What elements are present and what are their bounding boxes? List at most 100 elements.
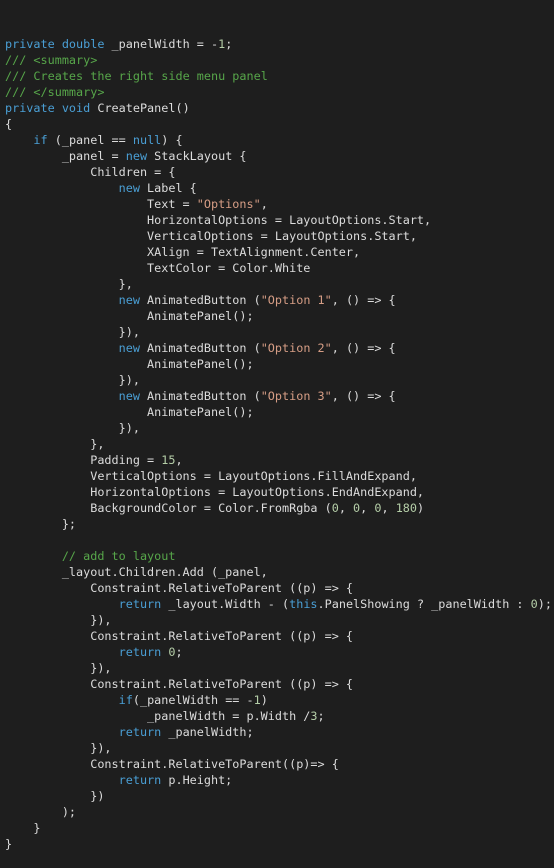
code-token-keyword: return — [118, 725, 162, 739]
code-line: }), — [0, 740, 554, 756]
code-token-default: _layout.Children.Add (_panel, — [5, 565, 268, 579]
code-editor-pane[interactable]: private double _panelWidth = -1;/// <sum… — [0, 0, 554, 851]
code-line: Constraint.RelativeToParent((p)=> { — [0, 756, 554, 772]
code-token-default: }), — [5, 613, 112, 627]
code-line: new AnimatedButton ("Option 2", () => { — [0, 340, 554, 356]
code-token-keyword: return — [118, 773, 162, 787]
code-line: }), — [0, 660, 554, 676]
code-line: Constraint.RelativeToParent ((p) => { — [0, 676, 554, 692]
code-token-default: }), — [5, 741, 112, 755]
code-token-default — [5, 693, 119, 707]
code-token-default — [5, 133, 33, 147]
code-line: HorizontalOptions = LayoutOptions.EndAnd… — [0, 484, 554, 500]
code-line: _panel = new StackLayout { — [0, 148, 554, 164]
code-line: private void CreatePanel() — [0, 100, 554, 116]
code-token-default: AnimatePanel(); — [5, 405, 254, 419]
code-line: return 0; — [0, 644, 554, 660]
code-token-default: ; — [175, 645, 183, 659]
code-token-default: }; — [5, 517, 77, 531]
code-token-default: ); — [5, 805, 77, 819]
code-line: }, — [0, 436, 554, 452]
code-token-keyword: new — [125, 149, 148, 163]
code-token-default: AnimatedButton ( — [139, 389, 261, 403]
code-token-default: }, — [5, 437, 105, 451]
code-token-default: }, — [5, 277, 133, 291]
code-line: }), — [0, 420, 554, 436]
code-token-default: } — [5, 837, 13, 851]
code-token-default: ; — [317, 709, 325, 723]
code-token-keyword: void — [61, 101, 98, 115]
code-token-keyword: new — [118, 293, 140, 307]
code-token-default: Constraint.RelativeToParent ((p) => { — [5, 581, 354, 595]
code-token-default — [5, 645, 119, 659]
code-token-default: BackgroundColor = Color.FromRgba ( — [5, 501, 332, 515]
code-line: TextColor = Color.White — [0, 260, 554, 276]
code-line: }, — [0, 276, 554, 292]
code-token-keyword: double — [61, 37, 112, 51]
code-token-default: p.Height; — [161, 773, 233, 787]
code-token-string: "Option 3" — [260, 389, 332, 403]
code-line: if (_panel == null) { — [0, 132, 554, 148]
code-token-default: StackLayout { — [147, 149, 247, 163]
code-line: /// </summary> — [0, 84, 554, 100]
code-line: AnimatePanel(); — [0, 356, 554, 372]
code-token-keyword: new — [118, 341, 140, 355]
code-token-comment: /// — [5, 85, 34, 99]
code-line: /// Creates the right side menu panel — [0, 68, 554, 84]
code-line: if(_panelWidth == -1) — [0, 692, 554, 708]
code-line: Children = { — [0, 164, 554, 180]
code-token-default: Constraint.RelativeToParent ((p) => { — [5, 629, 354, 643]
code-token-number: 1 — [253, 693, 261, 707]
code-token-default: }) — [5, 789, 105, 803]
code-token-number: 15 — [161, 453, 176, 467]
code-line: } — [0, 836, 554, 852]
code-token-default: } — [5, 821, 41, 835]
code-token-default: HorizontalOptions = LayoutOptions.Start, — [5, 213, 432, 227]
code-token-default: VerticalOptions = LayoutOptions.FillAndE… — [5, 469, 417, 483]
code-token-default — [5, 341, 119, 355]
code-token-default: { — [5, 117, 13, 131]
code-token-number: 180 — [395, 501, 418, 515]
code-token-number: 0 — [530, 597, 538, 611]
code-token-default: .PanelShowing ? _panelWidth : — [317, 597, 531, 611]
code-token-default: _panel = — [5, 149, 126, 163]
code-token-default: , — [260, 197, 268, 211]
code-token-default — [5, 181, 119, 195]
code-content[interactable]: private double _panelWidth = -1;/// <sum… — [0, 36, 554, 852]
code-token-default: }), — [5, 421, 140, 435]
code-token-default: , () => { — [331, 293, 396, 307]
code-token-default — [5, 773, 119, 787]
code-token-default: _layout.Width - ( — [161, 597, 290, 611]
code-token-keyword: new — [118, 181, 140, 195]
code-line: VerticalOptions = LayoutOptions.FillAndE… — [0, 468, 554, 484]
code-line: new AnimatedButton ("Option 3", () => { — [0, 388, 554, 404]
code-line: return _layout.Width - (this.PanelShowin… — [0, 596, 554, 612]
code-token-default: _panelWidth = p.Width / — [5, 709, 311, 723]
code-token-default: }), — [5, 661, 112, 675]
code-token-comment: /// — [5, 53, 34, 67]
code-line: }) — [0, 788, 554, 804]
code-token-default: ) { — [161, 133, 183, 147]
code-token-default: ) — [260, 693, 268, 707]
code-token-default — [5, 293, 119, 307]
code-token-comment: </summary> — [33, 85, 105, 99]
code-token-default: Padding = — [5, 453, 162, 467]
code-line: /// <summary> — [0, 52, 554, 68]
code-token-default: ); — [537, 597, 552, 611]
code-token-default: _panelWidth; — [161, 725, 254, 739]
code-line: _panelWidth = p.Width /3; — [0, 708, 554, 724]
code-token-keyword: private — [5, 37, 62, 51]
code-line: XAlign = TextAlignment.Center, — [0, 244, 554, 260]
code-token-default: AnimatePanel(); — [5, 309, 254, 323]
code-token-keyword: private — [5, 101, 62, 115]
code-token-default: Children = { — [5, 165, 176, 179]
code-line: private double _panelWidth = -1; — [0, 36, 554, 52]
code-line: ​ — [0, 532, 554, 548]
code-token-default: Constraint.RelativeToParent ((p) => { — [5, 677, 354, 691]
code-token-default — [5, 597, 119, 611]
code-token-default: HorizontalOptions = LayoutOptions.EndAnd… — [5, 485, 425, 499]
code-line: } — [0, 820, 554, 836]
code-line: Constraint.RelativeToParent ((p) => { — [0, 628, 554, 644]
code-token-string: "Option 2" — [260, 341, 332, 355]
code-token-default: }), — [5, 325, 140, 339]
